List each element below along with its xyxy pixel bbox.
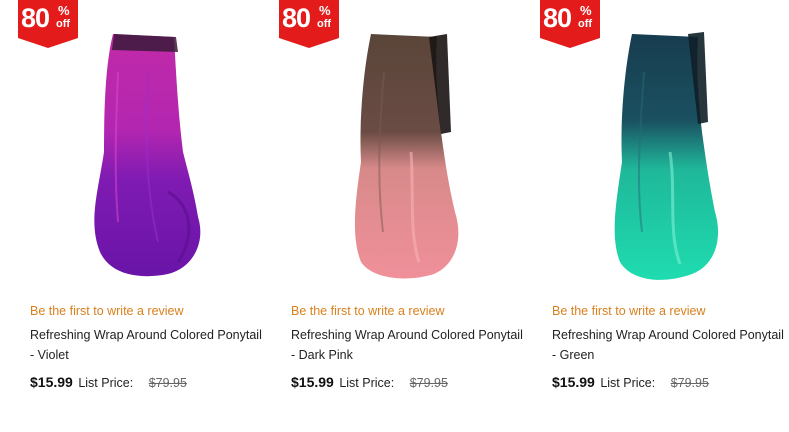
product-image <box>94 34 201 277</box>
list-price-label: List Price: <box>78 376 134 390</box>
discount-percent: % <box>319 3 331 18</box>
discount-percent: % <box>58 3 70 18</box>
product-grid: 80 % off Be the first to write a review … <box>0 0 789 432</box>
discount-number: 80 <box>21 3 50 33</box>
sale-price: $15.99 <box>30 374 73 390</box>
product-card: 80 % off Be the first to write a review … <box>18 0 268 432</box>
list-price: $79.95 <box>409 376 448 390</box>
price-row: $15.99 List Price: $79.95 <box>30 374 187 390</box>
product-title-link[interactable]: Refreshing Wrap Around Colored Ponytail … <box>552 325 789 365</box>
product-title-link[interactable]: Refreshing Wrap Around Colored Ponytail … <box>291 325 529 365</box>
product-image <box>614 32 719 280</box>
price-row: $15.99 List Price: $79.95 <box>552 374 709 390</box>
product-image-link[interactable] <box>540 12 789 288</box>
list-price-label: List Price: <box>339 376 395 390</box>
discount-percent: % <box>580 3 592 18</box>
product-image <box>354 34 459 279</box>
discount-badge: 80 % off <box>18 0 78 48</box>
discount-number: 80 <box>282 3 311 33</box>
discount-off: off <box>56 18 71 30</box>
price-row: $15.99 List Price: $79.95 <box>291 374 448 390</box>
product-card: 80 % off Be the first to write a review … <box>279 0 529 432</box>
product-title-link[interactable]: Refreshing Wrap Around Colored Ponytail … <box>30 325 268 365</box>
list-price: $79.95 <box>148 376 187 390</box>
discount-off: off <box>317 18 332 30</box>
discount-off: off <box>578 18 593 30</box>
product-image-link[interactable] <box>18 12 268 288</box>
write-review-link[interactable]: Be the first to write a review <box>552 304 706 318</box>
write-review-link[interactable]: Be the first to write a review <box>30 304 184 318</box>
product-card: 80 % off Be the first to write a review … <box>540 0 789 432</box>
sale-price: $15.99 <box>552 374 595 390</box>
write-review-link[interactable]: Be the first to write a review <box>291 304 445 318</box>
list-price: $79.95 <box>670 376 709 390</box>
product-image-link[interactable] <box>279 12 529 288</box>
sale-price: $15.99 <box>291 374 334 390</box>
discount-badge: 80 % off <box>540 0 600 48</box>
list-price-label: List Price: <box>600 376 656 390</box>
discount-badge: 80 % off <box>279 0 339 48</box>
discount-number: 80 <box>543 3 572 33</box>
